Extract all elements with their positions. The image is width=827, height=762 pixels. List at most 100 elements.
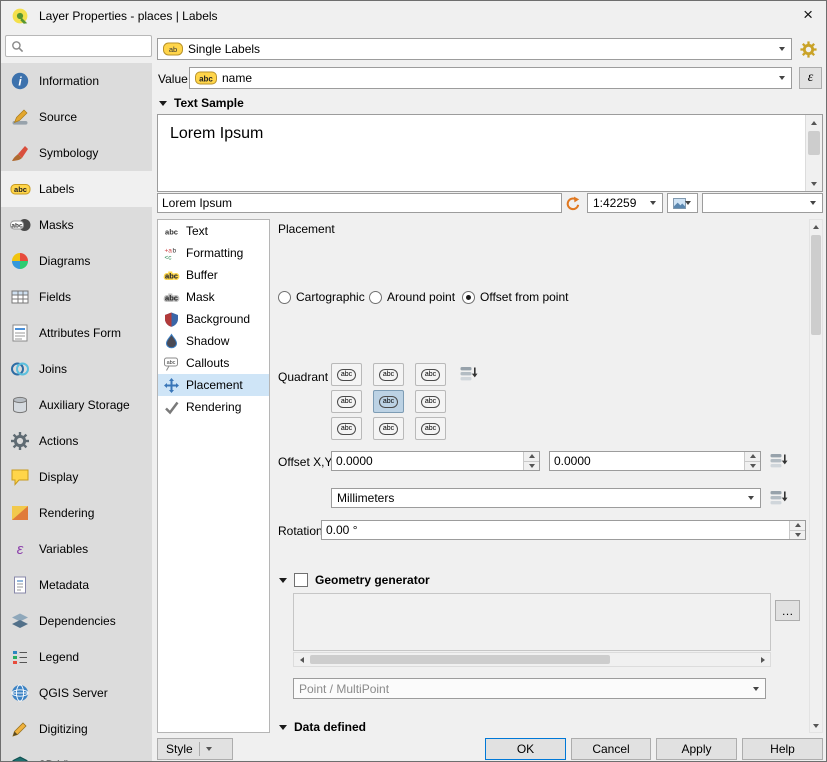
offset-data-defined-button[interactable] — [766, 450, 790, 472]
quadrant-button-below-right[interactable]: abc — [415, 417, 446, 440]
tab-buffer[interactable]: abcabc Buffer — [158, 264, 269, 286]
tab-mask[interactable]: abcabc Mask — [158, 286, 269, 308]
sample-text-input[interactable] — [158, 194, 561, 212]
scroll-up-icon[interactable] — [810, 220, 822, 233]
close-icon[interactable]: × — [803, 5, 813, 25]
expression-browse-button[interactable]: … — [775, 600, 800, 621]
geometry-expression-editor[interactable] — [293, 593, 771, 651]
scroll-thumb[interactable] — [310, 655, 610, 664]
sidebar-item-label: Dependencies — [39, 614, 116, 628]
text-sample-section-header[interactable]: Text Sample — [159, 96, 244, 110]
sidebar-item-masks[interactable]: abc Masks — [1, 207, 152, 243]
sidebar-item-metadata[interactable]: Metadata — [1, 567, 152, 603]
quadrant-button-below[interactable]: abc — [373, 417, 404, 440]
dependencies-icon — [9, 610, 31, 632]
quadrant-button-right[interactable]: abc — [415, 390, 446, 413]
sidebar-item-symbology[interactable]: Symbology — [1, 135, 152, 171]
button-separator — [199, 742, 200, 756]
quadrant-button-above-right[interactable]: abc — [415, 363, 446, 386]
offset-units-combo[interactable]: Millimeters — [331, 488, 761, 508]
geometry-generator-section-header[interactable]: Geometry generator — [279, 573, 430, 587]
sidebar-item-3d-view[interactable]: 3D View — [1, 747, 152, 762]
reset-sample-button[interactable] — [563, 194, 583, 213]
editor-hscrollbar[interactable] — [293, 652, 771, 667]
geometry-type-combo[interactable]: Point / MultiPoint — [293, 678, 766, 699]
placement-scrollbar[interactable] — [809, 219, 823, 733]
sidebar-item-display[interactable]: Display — [1, 459, 152, 495]
offset-x-input[interactable] — [332, 452, 522, 470]
preview-scrollbar[interactable] — [805, 115, 822, 191]
sidebar-item-actions[interactable]: Actions — [1, 423, 152, 459]
spin-up-icon[interactable] — [790, 521, 805, 531]
tab-label: Rendering — [186, 400, 241, 414]
sidebar-item-auxiliary-storage[interactable]: Auxiliary Storage — [1, 387, 152, 423]
tab-formatting[interactable]: +ab<c Formatting — [158, 242, 269, 264]
label-mode-combo[interactable]: ab Single Labels — [157, 38, 792, 60]
tab-placement[interactable]: Placement — [158, 374, 269, 396]
spin-up-icon[interactable] — [524, 452, 539, 462]
tab-shadow[interactable]: Shadow — [158, 330, 269, 352]
quadrant-button-above-left[interactable]: abc — [331, 363, 362, 386]
cancel-button[interactable]: Cancel — [571, 738, 651, 760]
apply-button[interactable]: Apply — [656, 738, 737, 760]
scroll-down-icon[interactable] — [810, 719, 822, 732]
scroll-thumb[interactable] — [808, 131, 820, 155]
spin-down-icon[interactable] — [790, 531, 805, 540]
radio-around-point[interactable]: Around point — [369, 290, 455, 304]
sidebar-item-rendering[interactable]: Rendering — [1, 495, 152, 531]
help-button[interactable]: Help — [742, 738, 823, 760]
sidebar-item-label: Auxiliary Storage — [39, 398, 130, 412]
automated-placement-button[interactable] — [794, 37, 822, 61]
quadrant-button-left[interactable]: abc — [331, 390, 362, 413]
preview-background-combo[interactable] — [702, 193, 823, 213]
ok-button[interactable]: OK — [485, 738, 566, 760]
preview-style-combo[interactable] — [667, 193, 698, 213]
tab-background[interactable]: Background — [158, 308, 269, 330]
units-data-defined-button[interactable] — [766, 487, 790, 509]
automated-placement-icon — [799, 40, 818, 59]
value-field-combo[interactable]: abc name — [189, 67, 792, 89]
expression-builder-button[interactable]: ε — [799, 67, 822, 89]
tab-rendering[interactable]: Rendering — [158, 396, 269, 418]
search-input[interactable] — [28, 39, 146, 53]
sidebar-item-dependencies[interactable]: Dependencies — [1, 603, 152, 639]
scroll-up-icon[interactable] — [806, 115, 822, 130]
spin-down-icon[interactable] — [745, 462, 760, 471]
metadata-icon — [9, 574, 31, 596]
sidebar-item-source[interactable]: Source — [1, 99, 152, 135]
style-menu-button[interactable]: Style — [157, 738, 233, 760]
sidebar-item-qgis-server[interactable]: QGIS Server — [1, 675, 152, 711]
sidebar-item-joins[interactable]: Joins — [1, 351, 152, 387]
sidebar-item-diagrams[interactable]: Diagrams — [1, 243, 152, 279]
offset-y-input[interactable] — [550, 452, 743, 470]
scroll-right-icon[interactable] — [755, 653, 770, 666]
data-defined-section-header[interactable]: Data defined — [279, 720, 366, 734]
tab-callouts[interactable]: abc Callouts — [158, 352, 269, 374]
svg-text:abc: abc — [165, 227, 178, 236]
sidebar-item-attributes-form[interactable]: Attributes Form — [1, 315, 152, 351]
scroll-thumb[interactable] — [811, 235, 821, 335]
sidebar-item-labels[interactable]: abc Labels — [1, 171, 152, 207]
scroll-left-icon[interactable] — [294, 653, 309, 666]
sidebar-item-information[interactable]: i Information — [1, 63, 152, 99]
scroll-down-icon[interactable] — [806, 176, 822, 191]
quadrant-button-above[interactable]: abc — [373, 363, 404, 386]
quadrant-button-below-left[interactable]: abc — [331, 417, 362, 440]
tab-text[interactable]: abc Text — [158, 220, 269, 242]
rotation-input[interactable] — [322, 521, 788, 539]
sample-scale-combo[interactable]: 1:42259 — [587, 193, 663, 213]
quadrant-data-defined-button[interactable] — [456, 363, 480, 385]
radio-offset-from-point[interactable]: Offset from point — [462, 290, 568, 304]
geometry-generator-checkbox[interactable] — [294, 573, 308, 587]
sidebar-item-fields[interactable]: Fields — [1, 279, 152, 315]
radio-cartographic[interactable]: Cartographic — [278, 290, 365, 304]
spin-down-icon[interactable] — [524, 462, 539, 471]
diagrams-icon — [9, 250, 31, 272]
sidebar-item-variables[interactable]: ε Variables — [1, 531, 152, 567]
value-field-name: name — [222, 71, 252, 85]
sidebar-item-legend[interactable]: Legend — [1, 639, 152, 675]
spin-up-icon[interactable] — [745, 452, 760, 462]
actions-gear-icon — [9, 430, 31, 452]
quadrant-button-over[interactable]: abc — [373, 390, 404, 413]
sidebar-item-digitizing[interactable]: Digitizing — [1, 711, 152, 747]
